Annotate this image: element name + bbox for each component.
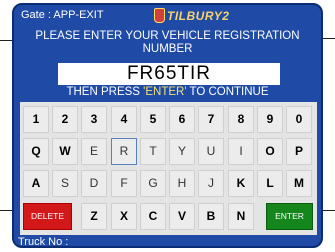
key-a[interactable]: A: [23, 170, 49, 197]
key-m[interactable]: M: [286, 170, 312, 197]
continue-instruction: THEN PRESS 'ENTER' TO CONTINUE: [14, 86, 321, 98]
key-4[interactable]: 4: [111, 106, 137, 133]
key-z[interactable]: Z: [81, 203, 107, 230]
enter-highlight: 'ENTER': [143, 86, 187, 98]
key-h[interactable]: H: [169, 170, 195, 197]
tilbury-logo: TILBURY2: [154, 7, 229, 24]
key-1[interactable]: 1: [23, 106, 49, 133]
key-j[interactable]: J: [198, 170, 224, 197]
key-8[interactable]: 8: [228, 106, 254, 133]
key-g[interactable]: G: [140, 170, 166, 197]
gate-label: Gate : APP-EXIT: [21, 9, 104, 21]
title-bar: Gate : APP-EXIT TILBURY2: [14, 5, 321, 26]
prompt-line-1: PLEASE ENTER YOUR VEHICLE REGISTRATION: [35, 30, 300, 42]
key-2[interactable]: 2: [52, 106, 78, 133]
terminal-screen: Gate : APP-EXIT TILBURY2 PLEASE ENTER YO…: [12, 3, 323, 248]
key-0[interactable]: 0: [286, 106, 312, 133]
key-3[interactable]: 3: [81, 106, 107, 133]
delete-button[interactable]: DELETE: [23, 203, 72, 230]
key-p[interactable]: P: [286, 138, 312, 165]
key-v[interactable]: V: [169, 203, 195, 230]
logo-text: TILBURY2: [167, 8, 230, 23]
truck-number-label: Truck No :: [18, 236, 69, 248]
enter-button[interactable]: ENTER: [266, 203, 313, 230]
key-b[interactable]: B: [198, 203, 224, 230]
key-r[interactable]: R: [111, 138, 137, 165]
key-7[interactable]: 7: [198, 106, 224, 133]
key-k[interactable]: K: [228, 170, 254, 197]
logo-mark-icon: [154, 8, 165, 23]
key-5[interactable]: 5: [140, 106, 166, 133]
key-u[interactable]: U: [198, 138, 224, 165]
key-i[interactable]: I: [228, 138, 254, 165]
prompt-line-2: NUMBER: [142, 43, 193, 55]
key-n[interactable]: N: [228, 203, 254, 230]
key-y[interactable]: Y: [169, 138, 195, 165]
key-x[interactable]: X: [111, 203, 137, 230]
key-w[interactable]: W: [52, 138, 78, 165]
on-screen-keyboard: 1 2 3 4 5 6 7 8 9 0 Q W E R T Y U I O P …: [20, 102, 317, 235]
key-l[interactable]: L: [257, 170, 283, 197]
key-9[interactable]: 9: [257, 106, 283, 133]
key-6[interactable]: 6: [169, 106, 195, 133]
key-s[interactable]: S: [52, 170, 78, 197]
key-q[interactable]: Q: [23, 138, 49, 165]
then-suffix: TO CONTINUE: [186, 86, 269, 98]
key-c[interactable]: C: [140, 203, 166, 230]
registration-input[interactable]: FR65TIR: [58, 63, 280, 85]
key-e[interactable]: E: [81, 138, 107, 165]
then-prefix: THEN PRESS: [66, 86, 144, 98]
key-o[interactable]: O: [257, 138, 283, 165]
key-f[interactable]: F: [111, 170, 137, 197]
key-t[interactable]: T: [140, 138, 166, 165]
key-d[interactable]: D: [81, 170, 107, 197]
